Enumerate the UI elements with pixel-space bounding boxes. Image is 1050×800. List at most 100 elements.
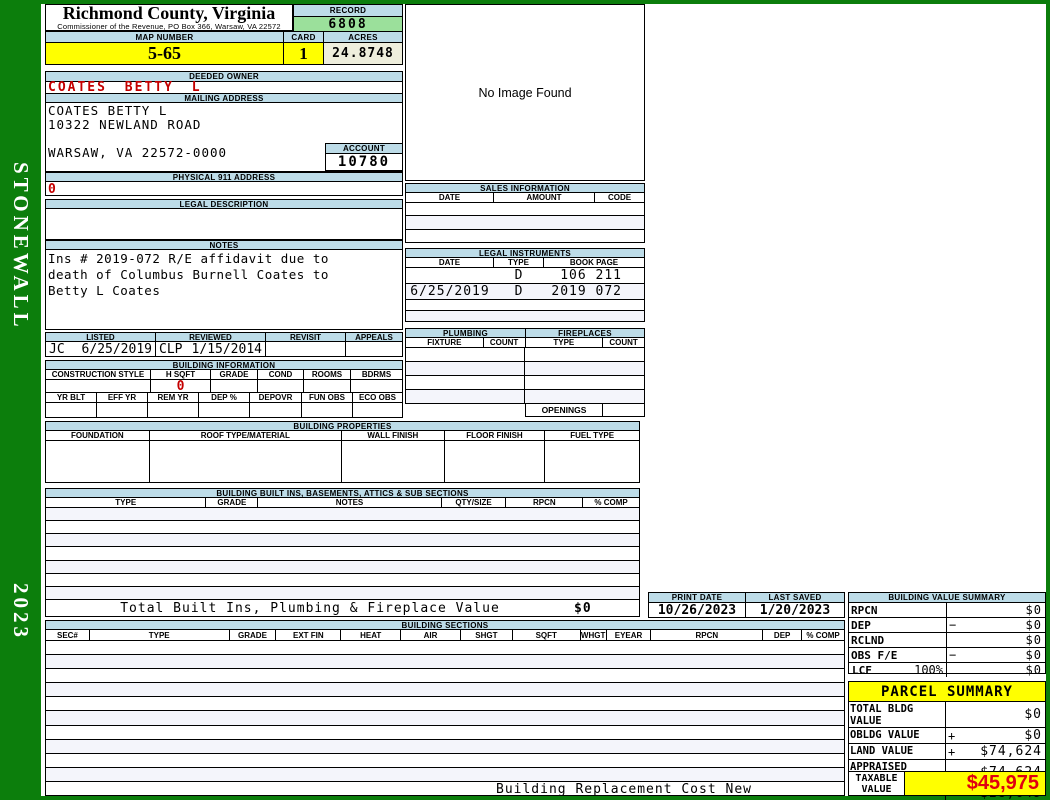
notes-line-2: death of Columbus Burnell Coates to bbox=[48, 267, 329, 282]
bdrms-value bbox=[351, 380, 402, 392]
plumbing-cell bbox=[406, 376, 525, 389]
plumbing-cell bbox=[406, 348, 525, 361]
sec-header: SEC# bbox=[46, 630, 90, 640]
eyear-header: EYEAR bbox=[606, 630, 652, 640]
bs-type-header: TYPE bbox=[89, 630, 230, 640]
dep-pct-header: DEP % bbox=[199, 393, 250, 402]
empty-row bbox=[46, 726, 844, 740]
county-title-block: Richmond County, Virginia Commissioner o… bbox=[45, 4, 293, 31]
eff-yr-value bbox=[97, 403, 148, 417]
fuel-type-value bbox=[545, 441, 639, 482]
taxable-value-amount: $45,975 bbox=[905, 772, 1045, 795]
li-type: D bbox=[514, 268, 524, 283]
tax-year-label: 2023 bbox=[9, 583, 33, 641]
built-ins-total-label: Total Built Ins, Plumbing & Fireplace Va… bbox=[120, 600, 500, 616]
shgt-header: SHGT bbox=[460, 630, 513, 640]
bvs-label: DEP bbox=[849, 618, 947, 632]
bvs-lcf-pct: 100% bbox=[914, 663, 943, 677]
fireplace-type-header: TYPE bbox=[525, 338, 604, 347]
ps-value-cell: + $0 bbox=[946, 728, 1045, 743]
dep-pct-value bbox=[199, 403, 250, 417]
sqft-header: SQFT bbox=[512, 630, 581, 640]
built-ins-rows bbox=[45, 507, 640, 600]
bvs-label: RCLND bbox=[849, 633, 947, 647]
revisit-value bbox=[266, 342, 346, 356]
bvs-row: DEP − $0 bbox=[849, 618, 1045, 633]
built-ins-total-value: $0 bbox=[574, 600, 592, 616]
hsqft-header: H SQFT bbox=[151, 370, 211, 379]
openings-row: OPENINGS bbox=[525, 403, 645, 417]
empty-row bbox=[46, 683, 844, 698]
building-sections-footer-row: Building Replacement Cost New bbox=[45, 781, 845, 797]
building-replacement-label: Building Replacement Cost New bbox=[496, 782, 752, 797]
bvs-value-cell: − $0 bbox=[947, 618, 1045, 632]
acres-value: 24.8748 bbox=[323, 42, 403, 65]
fireplace-count-header: COUNT bbox=[603, 338, 644, 347]
li-bookpage: 106 211 bbox=[560, 268, 622, 283]
plumbing-count-header: COUNT bbox=[483, 338, 526, 347]
empty-row bbox=[46, 669, 844, 684]
empty-row bbox=[46, 508, 639, 522]
building-sections-rows bbox=[45, 640, 845, 782]
fireplace-cell bbox=[525, 348, 644, 361]
fireplace-cell bbox=[525, 390, 644, 403]
bvs-value: $0 bbox=[1025, 633, 1042, 647]
empty-row bbox=[46, 534, 639, 548]
bs-rpcn-header: RPCN bbox=[651, 630, 764, 640]
empty-row bbox=[406, 311, 644, 321]
bvs-value-cell: $0 bbox=[947, 633, 1045, 647]
empty-row bbox=[406, 300, 644, 311]
listed-by: JC bbox=[49, 342, 65, 356]
bvs-row: RPCN $0 bbox=[849, 603, 1045, 618]
account-value: 10780 bbox=[325, 153, 403, 171]
bvs-value: $0 bbox=[1025, 663, 1042, 677]
sales-date-header: DATE bbox=[406, 193, 494, 202]
taxable-value-row: TAXABLE VALUE $45,975 bbox=[848, 771, 1046, 796]
county-subtitle: Commissioner of the Revenue, PO Box 366,… bbox=[57, 22, 281, 31]
building-value-summary-rows: RPCN $0 DEP − $0 RCLND $0 OBS F/E − $0 LCF… bbox=[848, 602, 1046, 677]
empty-row bbox=[46, 767, 844, 781]
empty-row bbox=[46, 754, 844, 768]
building-properties-value-row bbox=[45, 440, 640, 483]
li-date-header: DATE bbox=[406, 258, 494, 267]
legal-instrument-row: 6/25/2019 D 2019 072 bbox=[406, 284, 644, 300]
wall-finish-value bbox=[342, 441, 445, 482]
air-header: AIR bbox=[401, 630, 461, 640]
li-type: D bbox=[514, 284, 524, 299]
depovr-value bbox=[250, 403, 302, 417]
review-value-row: JC 6/25/2019 CLP 1/15/2014 bbox=[45, 341, 403, 357]
eff-yr-header: EFF YR bbox=[97, 393, 148, 402]
sales-amount-header: AMOUNT bbox=[494, 193, 595, 202]
reviewed-date: 1/15/2014 bbox=[191, 342, 262, 356]
ps-op: + bbox=[948, 728, 956, 743]
reviewed-header: REVIEWED bbox=[156, 333, 266, 341]
wall-finish-header: WALL FINISH bbox=[342, 431, 445, 440]
ps-value: $0 bbox=[1024, 707, 1042, 722]
plumbing-fireplaces-rows bbox=[405, 347, 645, 404]
fun-obs-value bbox=[302, 403, 353, 417]
empty-row bbox=[46, 560, 639, 574]
rooms-header: ROOMS bbox=[304, 370, 351, 379]
bvs-label: LCF bbox=[852, 663, 872, 677]
ps-label: LAND VALUE bbox=[849, 744, 946, 759]
openings-label: OPENINGS bbox=[526, 404, 603, 416]
empty-row bbox=[46, 586, 639, 599]
appeals-header: APPEALS bbox=[355, 333, 393, 341]
rem-yr-value bbox=[148, 403, 199, 417]
bvs-op: − bbox=[949, 618, 957, 632]
empty-row bbox=[46, 655, 844, 670]
bi-type-header: TYPE bbox=[46, 498, 207, 507]
listed-date: 6/25/2019 bbox=[81, 342, 152, 356]
rooms-value bbox=[304, 380, 351, 392]
li-date: 6/25/2019 bbox=[410, 284, 490, 299]
eco-obs-header: ECO OBS bbox=[353, 393, 402, 402]
building-info-value-row-2 bbox=[45, 402, 403, 418]
fireplace-cell bbox=[525, 362, 644, 375]
card-value: 1 bbox=[283, 42, 324, 65]
empty-row bbox=[406, 390, 644, 403]
empty-row bbox=[406, 230, 644, 242]
empty-row bbox=[406, 362, 644, 376]
yr-blt-value bbox=[46, 403, 97, 417]
ps-row: OBLDG VALUE + $0 bbox=[849, 728, 1045, 744]
hsqft-value: 0 bbox=[151, 380, 211, 392]
